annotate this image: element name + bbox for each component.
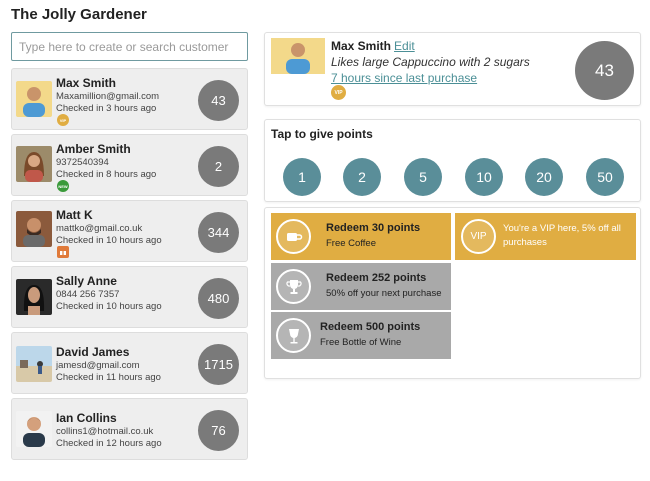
- edit-link[interactable]: Edit: [394, 39, 415, 53]
- reward-subtitle: 50% off your next purchase: [326, 288, 442, 299]
- vip-badge: VIP: [57, 114, 69, 126]
- customer-checkin: Checked in 3 hours ago: [56, 103, 157, 114]
- customer-checkin: Checked in 12 hours ago: [56, 438, 162, 449]
- give-points-title: Tap to give points: [271, 127, 373, 141]
- redeem-reward-3[interactable]: Redeem 500 points Free Bottle of Wine: [271, 312, 451, 359]
- customer-checkin: Checked in 10 hours ago: [56, 235, 162, 246]
- vip-banner: VIP You're a VIP here, 5% off all purcha…: [455, 213, 636, 260]
- points-button-5[interactable]: 5: [404, 158, 442, 196]
- reward-subtitle: Free Coffee: [326, 238, 376, 249]
- vip-icon: VIP: [461, 219, 496, 254]
- reward-title: Redeem 252 points: [326, 272, 427, 284]
- points-button-2[interactable]: 2: [343, 158, 381, 196]
- customer-card[interactable]: Amber Smith 9372540394 Checked in 8 hour…: [11, 134, 248, 196]
- customer-points: 2: [198, 146, 239, 187]
- points-button-1[interactable]: 1: [283, 158, 321, 196]
- new-badge: NEW: [57, 180, 69, 192]
- app-title: The Jolly Gardener: [11, 6, 147, 23]
- customer-points: 76: [198, 410, 239, 451]
- status-badge: [57, 246, 69, 258]
- points-button-50[interactable]: 50: [586, 158, 624, 196]
- customer-contact: mattko@gmail.co.uk: [56, 223, 143, 234]
- detail-points: 43: [575, 41, 634, 100]
- customer-detail-panel: Max Smith Edit Likes large Cappuccino wit…: [264, 32, 641, 106]
- customer-contact: jamesd@gmail.com: [56, 360, 140, 371]
- avatar: [16, 279, 52, 315]
- reward-title: Redeem 500 points: [320, 321, 421, 333]
- detail-avatar: [271, 38, 325, 74]
- customer-checkin: Checked in 8 hours ago: [56, 169, 157, 180]
- detail-name-row: Max Smith Edit: [331, 39, 415, 53]
- avatar: [16, 346, 52, 382]
- points-button-20[interactable]: 20: [525, 158, 563, 196]
- customer-card[interactable]: David James jamesd@gmail.com Checked in …: [11, 332, 248, 394]
- customer-points: 344: [198, 212, 239, 253]
- detail-preference: Likes large Cappuccino with 2 sugars: [331, 55, 530, 69]
- customer-card[interactable]: Sally Anne 0844 256 7357 Checked in 10 h…: [11, 266, 248, 328]
- customer-name: Max Smith: [56, 76, 117, 90]
- avatar: [16, 81, 52, 117]
- customer-search-input[interactable]: [11, 32, 248, 61]
- customer-name: Sally Anne: [56, 274, 117, 288]
- customer-points: 1715: [198, 344, 239, 385]
- vip-icon-label: VIP: [470, 231, 487, 242]
- customer-points: 43: [198, 80, 239, 121]
- vip-banner-text: You're a VIP here, 5% off all purchases: [503, 223, 621, 248]
- avatar: [16, 146, 52, 182]
- customer-card[interactable]: Max Smith Maxamillion@gmail.com Checked …: [11, 68, 248, 130]
- redeem-reward-1[interactable]: Redeem 30 points Free Coffee: [271, 213, 451, 260]
- customer-contact: Maxamillion@gmail.com: [56, 91, 160, 102]
- points-button-10[interactable]: 10: [465, 158, 503, 196]
- last-purchase-link[interactable]: 7 hours since last purchase: [331, 71, 477, 85]
- customer-points: 480: [198, 278, 239, 319]
- avatar: [16, 211, 52, 247]
- customer-name: Amber Smith: [56, 142, 131, 156]
- wine-glass-icon: [276, 318, 311, 353]
- give-points-panel: Tap to give points 1 2 5 10 20 50: [264, 119, 641, 202]
- customer-contact: 9372540394: [56, 157, 109, 168]
- customer-contact: collins1@hotmail.co.uk: [56, 426, 154, 437]
- avatar: [16, 411, 52, 447]
- redeem-reward-2[interactable]: Redeem 252 points 50% off your next purc…: [271, 263, 451, 310]
- customer-checkin: Checked in 11 hours ago: [56, 372, 161, 383]
- trophy-icon: [276, 269, 311, 304]
- customer-card[interactable]: Ian Collins collins1@hotmail.co.uk Check…: [11, 398, 248, 460]
- customer-contact: 0844 256 7357: [56, 289, 120, 300]
- gift-icon: [60, 249, 66, 255]
- customer-card[interactable]: Matt K mattko@gmail.co.uk Checked in 10 …: [11, 200, 248, 262]
- coffee-cup-icon: [276, 219, 311, 254]
- customer-name: Matt K: [56, 208, 93, 222]
- customer-name: David James: [56, 345, 130, 359]
- vip-badge: VIP: [331, 85, 346, 100]
- reward-subtitle: Free Bottle of Wine: [320, 337, 402, 348]
- rewards-panel: Redeem 30 points Free Coffee VIP You're …: [264, 207, 641, 379]
- customer-name: Ian Collins: [56, 411, 117, 425]
- reward-title: Redeem 30 points: [326, 222, 421, 234]
- customer-checkin: Checked in 10 hours ago: [56, 301, 162, 312]
- detail-name: Max Smith: [331, 39, 392, 53]
